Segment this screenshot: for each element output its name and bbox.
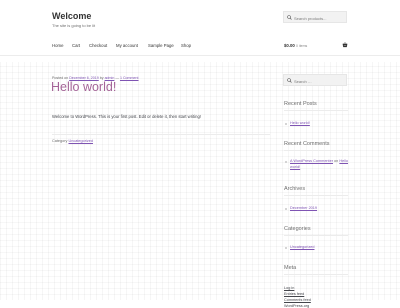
meta-login-link[interactable]: Log in — [284, 286, 294, 290]
widget-divider — [284, 274, 348, 275]
nav-item-shop[interactable]: Shop — [181, 43, 191, 48]
nav-item-cart[interactable]: Cart — [72, 43, 80, 48]
recent-comment-item: A WordPress Commenter on Hello world! — [290, 159, 350, 170]
nav-item-home[interactable]: Home — [52, 43, 63, 48]
cart-item-count[interactable]: 0 items — [296, 44, 307, 48]
widget-title-recent-comments: Recent Comments — [284, 141, 330, 147]
cart-amount[interactable]: $0.00 — [284, 43, 295, 48]
search-icon — [287, 78, 292, 83]
comment-on-text: on — [334, 159, 339, 163]
site-description: The site is going to be lit — [52, 23, 96, 28]
widget-title-recent-posts: Recent Posts — [284, 101, 317, 107]
search-placeholder: Search products... — [294, 15, 327, 21]
nav-item-checkout[interactable]: Checkout — [89, 43, 107, 48]
list-bullet — [285, 122, 287, 125]
nav-item-sample-page[interactable]: Sample Page — [148, 43, 174, 48]
product-search-input[interactable]: Search products... — [283, 11, 347, 23]
sidebar-search-input[interactable]: Search … — [283, 74, 347, 86]
meta-wordpress-org-link[interactable]: WordPress.org — [284, 304, 309, 308]
post-comments-link[interactable]: 1 Comment — [120, 76, 139, 80]
nav-item-my-account[interactable]: My account — [116, 43, 138, 48]
recent-post-link[interactable]: Hello world! — [290, 121, 310, 125]
sidebar-search-placeholder: Search … — [294, 78, 312, 84]
site-title[interactable]: Welcome — [52, 11, 91, 21]
comment-author-link[interactable]: A WordPress Commenter — [290, 159, 333, 163]
search-icon — [287, 15, 292, 20]
post-category-link[interactable]: Uncategorized — [68, 139, 92, 143]
widget-title-archives: Archives — [284, 186, 306, 192]
archive-link[interactable]: December 2019 — [290, 206, 317, 210]
post-divider — [52, 134, 270, 135]
post-category: Category Uncategorized — [52, 139, 93, 143]
list-bullet — [285, 207, 287, 210]
widget-title-categories: Categories — [284, 226, 311, 232]
widget-divider — [284, 150, 348, 151]
category-link[interactable]: Uncategorized — [290, 245, 314, 249]
post-category-label: Category — [52, 139, 68, 143]
post-title[interactable]: Hello world! — [51, 80, 116, 94]
meta-entries-feed-link[interactable]: Entries feed — [284, 292, 304, 296]
widget-divider — [284, 235, 348, 236]
post-content: Welcome to WordPress. This is your first… — [52, 114, 201, 119]
meta-comments-feed-link[interactable]: Comments feed — [284, 298, 311, 302]
shopping-basket-icon[interactable] — [342, 42, 348, 48]
list-bullet — [285, 246, 287, 249]
widget-title-meta: Meta — [284, 265, 297, 271]
site-header: Welcome The site is going to be lit Sear… — [0, 0, 400, 62]
primary-navigation: Home Cart Checkout My account Sample Pag… — [0, 37, 400, 56]
widget-divider — [284, 195, 348, 196]
widget-divider — [284, 110, 348, 111]
list-bullet — [285, 161, 287, 163]
